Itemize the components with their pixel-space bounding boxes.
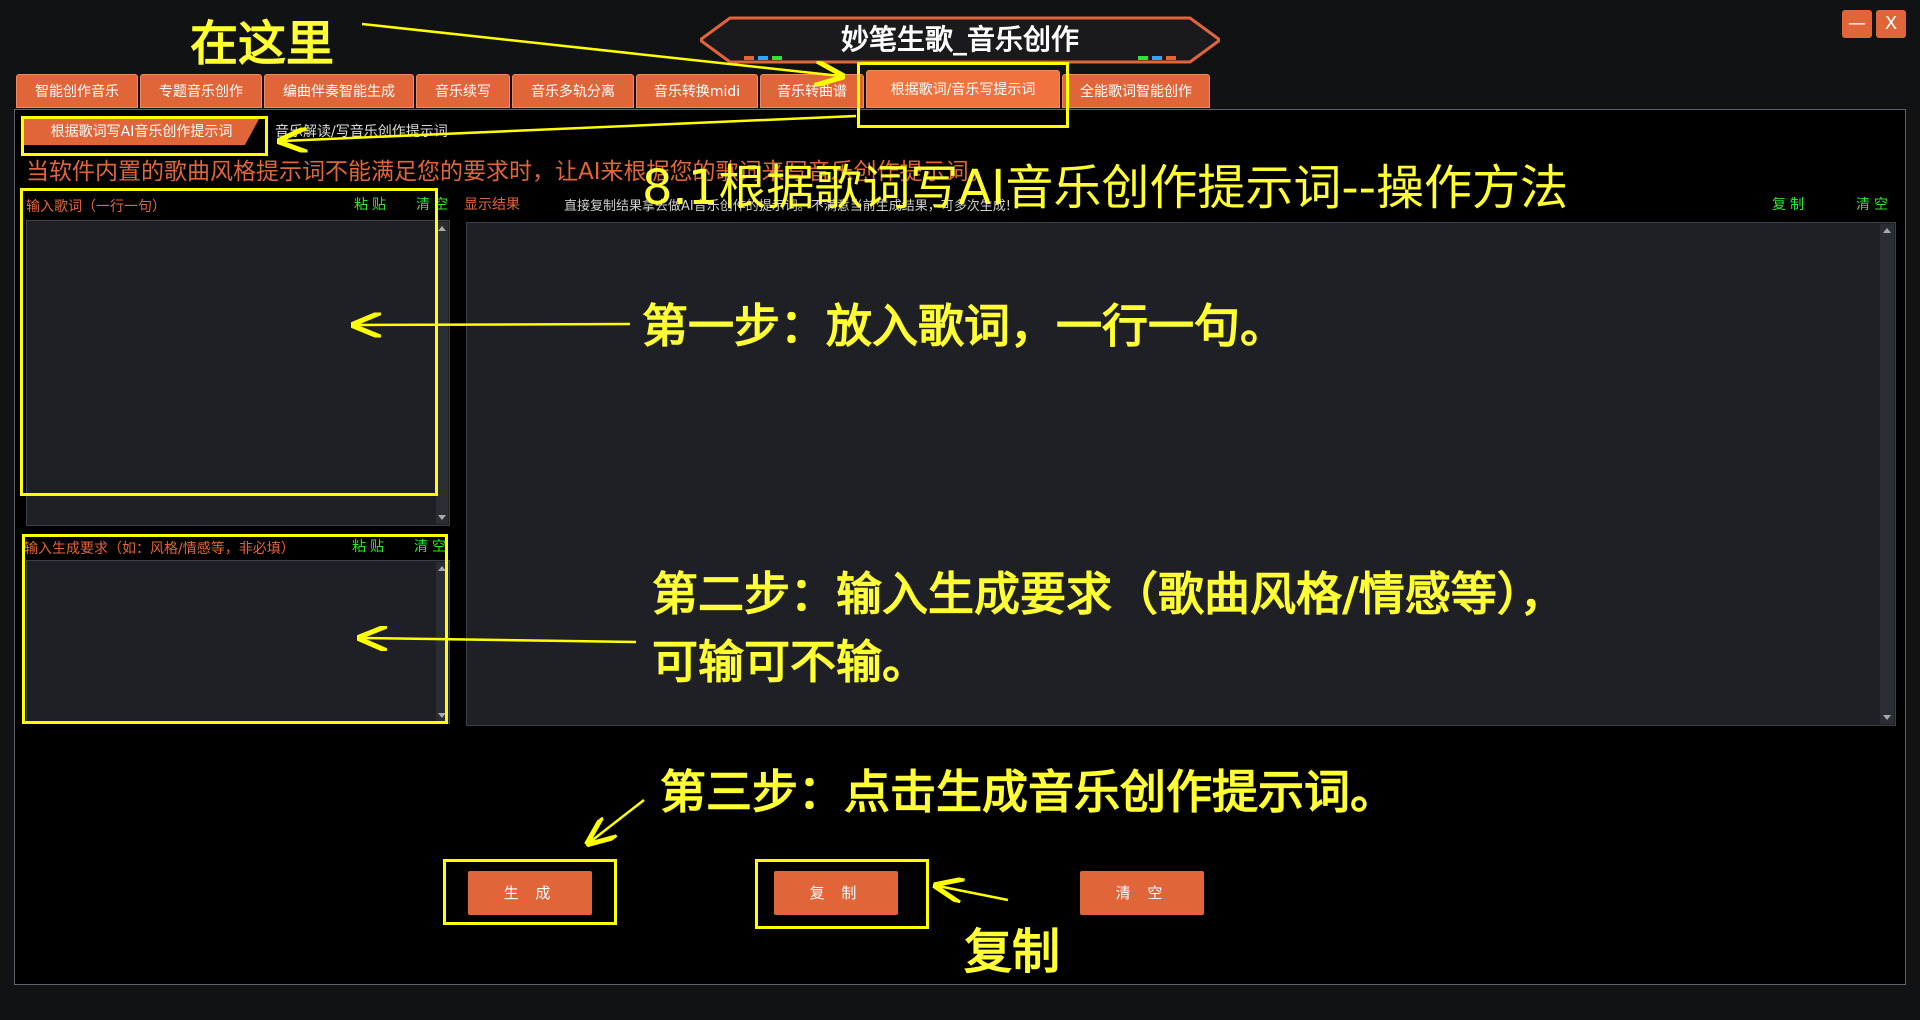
- clear-button[interactable]: 清 空: [1080, 871, 1204, 915]
- annotation-heading: 8.1根据歌词写AI音乐创作提示词--操作方法: [642, 160, 1568, 216]
- result-clear-link[interactable]: 清空: [1856, 194, 1892, 214]
- annotation-step1: 第一步：放入歌词，一行一句。: [642, 299, 1286, 353]
- tab-to-midi[interactable]: 音乐转换midi: [636, 74, 758, 108]
- result-scrollbar[interactable]: [1880, 224, 1894, 724]
- highlight-subtab-box: [21, 116, 268, 156]
- tab-smart-music[interactable]: 智能创作音乐: [16, 74, 138, 108]
- result-copy-link[interactable]: 复制: [1772, 194, 1808, 214]
- tab-accompaniment[interactable]: 编曲伴奏智能生成: [264, 74, 414, 108]
- highlight-generate-box: [443, 859, 617, 925]
- scroll-down-icon[interactable]: [1883, 715, 1891, 720]
- annotation-copy: 复制: [964, 924, 1061, 980]
- tab-lyrics-creation[interactable]: 全能歌词智能创作: [1062, 74, 1210, 108]
- highlight-lyrics-box: [20, 188, 438, 496]
- annotation-step2-line1: 第二步：输入生成要求（歌曲风格/情感等），: [652, 567, 1566, 621]
- annotation-step3: 第三步：点击生成音乐创作提示词。: [660, 765, 1396, 819]
- annotation-step2-line2: 可输可不输。: [652, 635, 928, 689]
- tab-topic-music[interactable]: 专题音乐创作: [140, 74, 262, 108]
- close-button[interactable]: X: [1876, 10, 1906, 38]
- result-label: 显示结果: [464, 197, 520, 213]
- subtab-music-interpret[interactable]: 音乐解读/写音乐创作提示词: [275, 119, 448, 145]
- tab-continue[interactable]: 音乐续写: [416, 74, 510, 108]
- minimize-button[interactable]: —: [1842, 10, 1872, 38]
- highlight-tab-box: [857, 62, 1069, 128]
- app-title: 妙笔生歌_音乐创作: [840, 23, 1079, 56]
- tab-separation[interactable]: 音乐多轨分离: [512, 74, 634, 108]
- scroll-up-icon[interactable]: [438, 226, 446, 231]
- scroll-down-icon[interactable]: [438, 515, 446, 520]
- annotation-here: 在这里: [190, 16, 335, 72]
- highlight-requirement-box: [22, 534, 448, 724]
- highlight-copy-box: [755, 859, 929, 929]
- tab-to-score[interactable]: 音乐转曲谱: [760, 74, 864, 108]
- scroll-up-icon[interactable]: [1883, 228, 1891, 233]
